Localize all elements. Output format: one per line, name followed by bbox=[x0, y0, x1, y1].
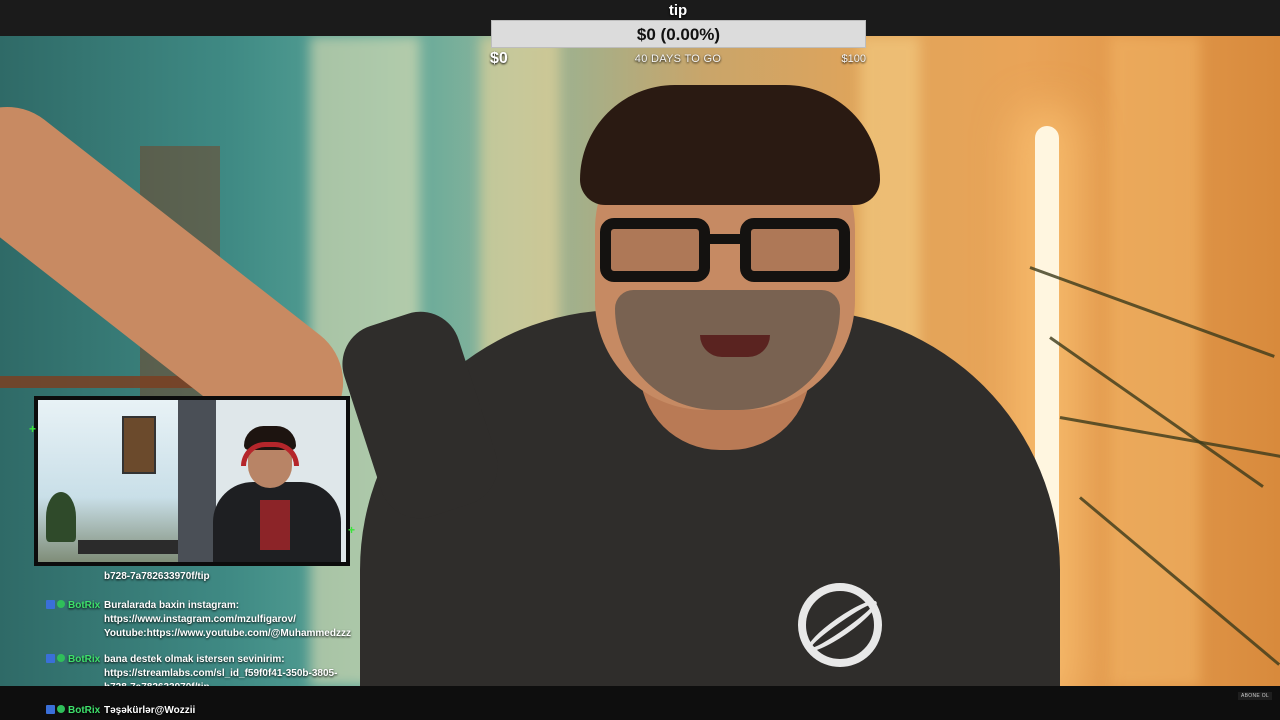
webcam-plant bbox=[46, 492, 76, 542]
t-shirt-sleeve bbox=[332, 301, 508, 529]
chat-message-text: Buralarada baxin instagram: https://www.… bbox=[104, 600, 351, 639]
verified-badge-icon bbox=[57, 654, 65, 662]
moderator-badge-icon bbox=[46, 600, 55, 609]
chat-username: BotRix bbox=[68, 600, 101, 611]
tip-goal-widget: tip $0 (0.00%) $0 40 DAYS TO GO $100 bbox=[490, 0, 866, 70]
chat-username: BotRix bbox=[68, 705, 101, 716]
webcam-keyboard bbox=[78, 540, 188, 554]
resize-handle-icon[interactable]: + bbox=[348, 524, 357, 536]
webcam-overlay bbox=[34, 396, 350, 566]
goal-title: tip bbox=[668, 2, 688, 19]
moderator-badge-icon bbox=[46, 705, 55, 714]
moderator-badge-icon bbox=[46, 654, 55, 663]
resize-handle-icon[interactable]: + bbox=[29, 423, 38, 435]
hair bbox=[580, 85, 880, 205]
mouth bbox=[700, 335, 770, 357]
chat-user[interactable]: BotRix bbox=[46, 599, 100, 613]
webcam-poster bbox=[122, 416, 156, 474]
goal-progress-bar: $0 (0.00%) bbox=[491, 20, 866, 48]
chat-message-text: b728-7a782633970f/tip bbox=[104, 571, 210, 582]
chat-username: BotRix bbox=[68, 654, 101, 665]
webcam-curtain bbox=[178, 400, 218, 562]
glasses bbox=[600, 218, 850, 288]
goal-target-amount: $100 bbox=[841, 53, 866, 65]
chat-message-text: Təşəkürlər@Wozzii bbox=[104, 705, 196, 716]
chat-user[interactable]: BotRix bbox=[46, 653, 100, 667]
subscribe-button[interactable]: ABONE OL bbox=[1238, 692, 1272, 700]
goal-amount: $0 (0.00%) bbox=[636, 25, 721, 44]
verified-badge-icon bbox=[57, 705, 65, 713]
webcam-shirt-print bbox=[260, 500, 290, 550]
shirt-logo-icon bbox=[798, 583, 882, 667]
chat-user[interactable]: BotRix bbox=[46, 704, 100, 718]
goal-days-remaining: 40 DAYS TO GO bbox=[634, 53, 722, 65]
chat-message: BotRix Buralarada baxin instagram: https… bbox=[46, 599, 366, 641]
verified-badge-icon bbox=[57, 600, 65, 608]
chat-message: BotRix Təşəkürlər@Wozzii bbox=[46, 704, 366, 718]
